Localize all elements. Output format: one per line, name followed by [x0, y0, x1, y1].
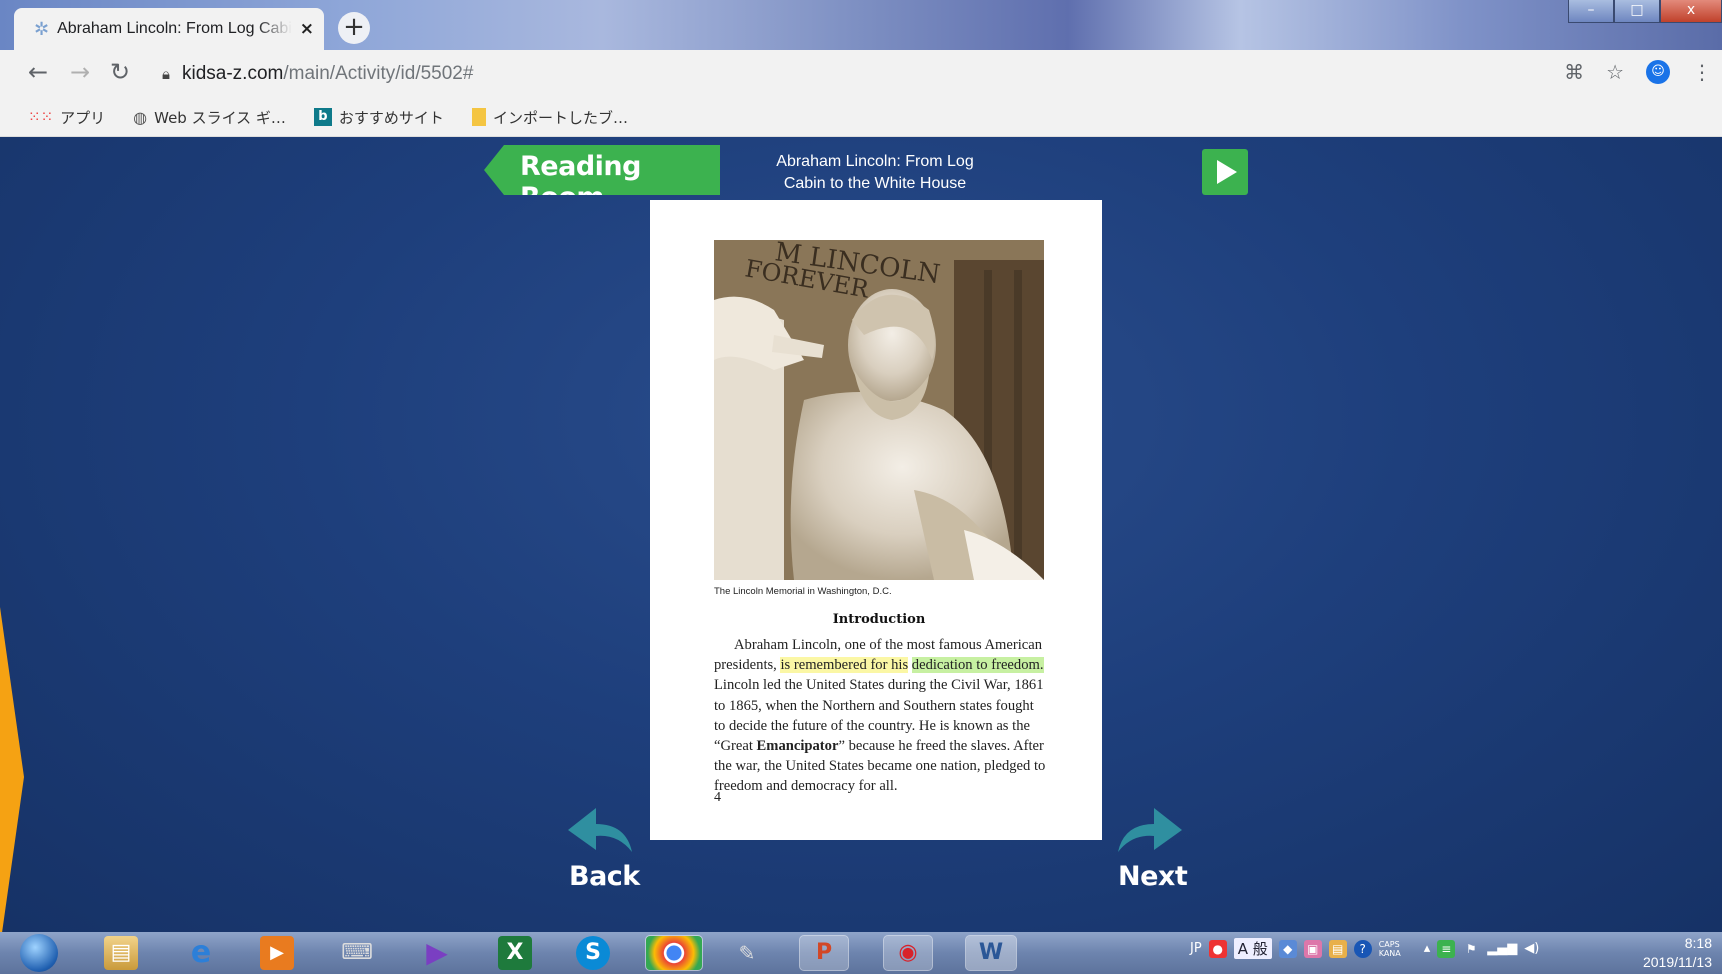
system-clock[interactable]: 8:18 2019/11/13	[1643, 934, 1712, 972]
side-decoration	[0, 607, 24, 932]
reload-icon[interactable]: ↻	[110, 58, 130, 86]
window-minimize-button[interactable]: –	[1568, 0, 1614, 23]
media-player-icon[interactable]: ▶	[260, 936, 294, 970]
file-explorer-icon[interactable]: ▤	[104, 936, 138, 970]
bookmark-apps[interactable]: ⁙⁙ アプリ	[28, 107, 105, 128]
language-indicator[interactable]: JP	[1190, 941, 1202, 956]
photo-caption: The Lincoln Memorial in Washington, D.C.	[714, 586, 892, 597]
forward-arrow-icon[interactable]: →	[70, 58, 90, 86]
tray-app-icon[interactable]: ≡	[1437, 939, 1456, 958]
bookmark-imported[interactable]: インポートしたブ…	[471, 107, 628, 128]
new-tab-button[interactable]: +	[338, 12, 370, 44]
bookmark-label: おすすめサイト	[338, 108, 444, 127]
reading-room-banner[interactable]: Reading Room	[484, 145, 720, 195]
book-page: M LINCOLN FOREVER The Lincoln Memorial i…	[650, 200, 1102, 840]
browser-tab-active[interactable]: ✲ Abraham Lincoln: From Log Cabin ×	[14, 8, 324, 50]
back-arrow-icon[interactable]: ←	[28, 58, 48, 86]
folder-icon	[471, 108, 486, 126]
bookmark-label: Web スライス ギ…	[154, 108, 286, 127]
window-close-button[interactable]: x	[1660, 0, 1722, 23]
system-tray: JP ● A 般 ◆ ▣ ▤ ? CAPS KANA ▴ ≡ ⚑ ▂▄▆ ◀)	[1190, 938, 1539, 959]
glossary-word[interactable]: Emancipator	[757, 738, 839, 754]
tab-strip: ✲ Abraham Lincoln: From Log Cabin × + – …	[0, 0, 1722, 50]
address-bar[interactable]: 🔒︎ kidsa-z.com/main/Activity/id/5502#	[150, 56, 1550, 92]
back-arrow-button[interactable]	[566, 804, 634, 856]
highlighted-phrase-2[interactable]: dedication to freedom.	[911, 657, 1044, 674]
word-icon[interactable]: W	[965, 935, 1017, 971]
security-tray-icon[interactable]: ●	[1208, 939, 1227, 958]
site-favicon-icon: ✲	[34, 18, 50, 40]
lincoln-statue-illustration: M LINCOLN FOREVER	[714, 240, 1044, 580]
url-path: /main/Activity/id/5502#	[283, 63, 474, 84]
windows-taskbar: ▤ e ▶ ⌨ ▶ X S ✎ P ◉ W JP ● A 般 ◆ ▣ ▤ ? C…	[0, 932, 1722, 974]
volume-icon[interactable]: ◀)	[1524, 941, 1539, 956]
apps-grid-icon: ⁙⁙	[28, 108, 54, 126]
internet-explorer-icon[interactable]: e	[184, 936, 218, 970]
tab-title: Abraham Lincoln: From Log Cabin	[57, 20, 292, 37]
ime-toolbox-icon[interactable]: ▤	[1328, 939, 1347, 958]
powerpoint-icon[interactable]: P	[799, 935, 849, 971]
visual-studio-icon[interactable]: ▶	[420, 936, 454, 970]
bing-icon: b	[313, 108, 332, 126]
toolbar-actions: ⌘ ☆ ☺ ⋮	[1564, 60, 1722, 84]
reader-viewport: Reading Room Abraham Lincoln: From Log C…	[0, 137, 1722, 932]
bookmark-web-slice[interactable]: ◍ Web スライス ギ…	[133, 107, 286, 128]
highlighted-phrase-1[interactable]: is remembered for his	[780, 657, 909, 674]
book-title: Abraham Lincoln: From Log Cabin to the W…	[760, 151, 990, 195]
profile-avatar[interactable]: ☺	[1646, 60, 1670, 84]
book-title-line-1: Abraham Lincoln: From Log	[776, 153, 974, 170]
section-heading: Introduction	[832, 612, 926, 627]
translate-icon[interactable]: ⌘	[1564, 60, 1584, 84]
globe-icon: ◍	[133, 107, 148, 127]
url-host: kidsa-z.com	[181, 63, 284, 84]
lincoln-memorial-photo: M LINCOLN FOREVER	[714, 240, 1044, 580]
scanner-app-icon[interactable]: ⌨	[340, 936, 374, 970]
network-signal-icon[interactable]: ▂▄▆	[1487, 941, 1517, 956]
play-audio-button[interactable]	[1202, 149, 1248, 195]
clock-time: 8:18	[1684, 935, 1712, 951]
chrome-icon[interactable]	[645, 935, 703, 971]
window-maximize-button[interactable]: □	[1614, 0, 1660, 23]
next-label[interactable]: Next	[1118, 861, 1188, 892]
window-controls: – □ x	[1568, 0, 1722, 23]
clock-date: 2019/11/13	[1642, 954, 1712, 970]
next-arrow-button[interactable]	[1116, 804, 1184, 856]
ime-tool-icon[interactable]: ◆	[1278, 939, 1297, 958]
browser-toolbar: ← → ↻ 🔒︎ kidsa-z.com/main/Activity/id/55…	[0, 50, 1722, 98]
bookmark-label: インポートしたブ…	[492, 108, 628, 127]
ime-mode-indicator[interactable]: A 般	[1233, 938, 1272, 959]
book-title-line-2: Cabin to the White House	[783, 175, 967, 192]
trend-micro-icon[interactable]: ◉	[883, 935, 933, 971]
bookmark-star-icon[interactable]: ☆	[1606, 60, 1624, 84]
menu-kebab-icon[interactable]: ⋮	[1692, 60, 1712, 84]
skype-icon[interactable]: S	[576, 936, 610, 970]
action-center-flag-icon[interactable]: ⚑	[1462, 940, 1480, 958]
caps-kana-indicator: CAPS KANA	[1378, 939, 1401, 958]
bookmarks-bar: ⁙⁙ アプリ ◍ Web スライス ギ… b おすすめサイト インポートしたブ…	[0, 98, 1722, 137]
bookmark-label: アプリ	[60, 108, 106, 127]
lock-icon: 🔒︎	[162, 65, 170, 83]
ime-dictionary-icon[interactable]: ▣	[1303, 939, 1322, 958]
bookmark-recommended[interactable]: b おすすめサイト	[313, 107, 444, 128]
tab-close-icon[interactable]: ×	[300, 19, 314, 39]
show-hidden-icons-icon[interactable]: ▴	[1424, 941, 1431, 956]
help-icon[interactable]: ?	[1353, 939, 1372, 958]
microphone-app-icon[interactable]: ✎	[730, 936, 764, 970]
excel-icon[interactable]: X	[498, 936, 532, 970]
body-paragraph: Abraham Lincoln, one of the most famous …	[714, 635, 1046, 797]
start-button[interactable]	[20, 934, 58, 972]
page-number: 4	[714, 790, 721, 805]
back-label[interactable]: Back	[569, 861, 640, 892]
